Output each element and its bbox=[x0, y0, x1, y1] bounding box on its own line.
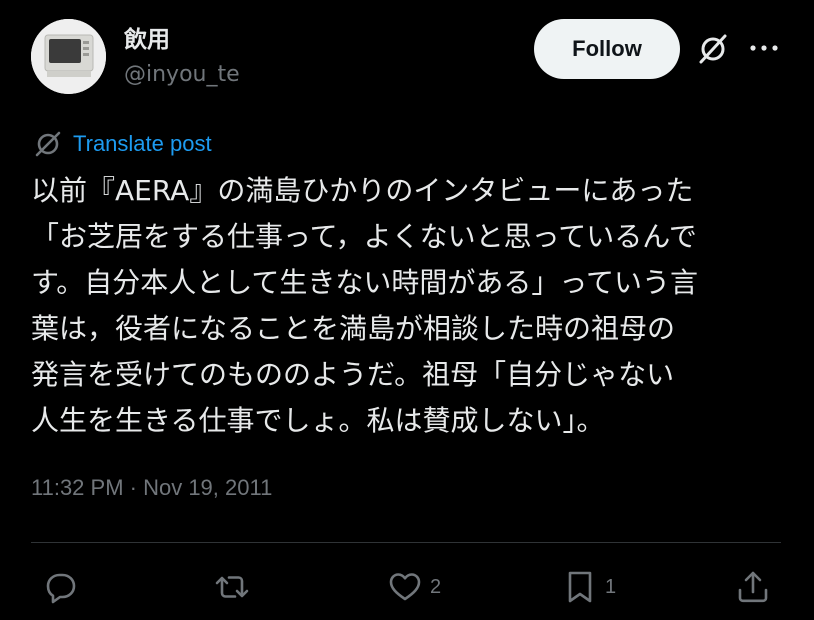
post-timestamp[interactable]: 11:32 PM · Nov 19, 2011 bbox=[31, 475, 272, 501]
reply-button[interactable] bbox=[40, 567, 84, 607]
divider bbox=[31, 542, 781, 543]
author-display-name[interactable]: 飲用 bbox=[124, 20, 170, 54]
bookmark-icon bbox=[568, 571, 592, 603]
grok-icon[interactable] bbox=[696, 32, 730, 66]
more-options-icon[interactable] bbox=[748, 40, 780, 56]
share-icon bbox=[738, 571, 768, 603]
reply-icon bbox=[46, 573, 76, 604]
bookmark-count: 1 bbox=[605, 575, 617, 598]
translate-post-label: Translate post bbox=[73, 131, 212, 156]
bookmark-button[interactable]: 1 bbox=[561, 567, 616, 607]
like-button[interactable]: 2 bbox=[386, 567, 441, 607]
heart-icon bbox=[389, 573, 421, 601]
follow-button[interactable]: Follow bbox=[534, 19, 680, 79]
repost-button[interactable] bbox=[213, 567, 257, 607]
grok-translate-icon bbox=[35, 131, 61, 157]
translate-post-link[interactable]: Translate post bbox=[33, 127, 212, 161]
repost-icon bbox=[215, 576, 249, 598]
share-button[interactable] bbox=[734, 567, 772, 607]
like-count: 2 bbox=[430, 575, 442, 598]
avatar[interactable] bbox=[31, 19, 106, 94]
post-text: 以前『AERA』の満島ひかりのインタビューにあった 「お芝居をする仕事って，よく… bbox=[31, 174, 698, 437]
avatar-image-icon bbox=[31, 19, 106, 94]
author-handle[interactable]: @inyou_te bbox=[124, 62, 240, 87]
